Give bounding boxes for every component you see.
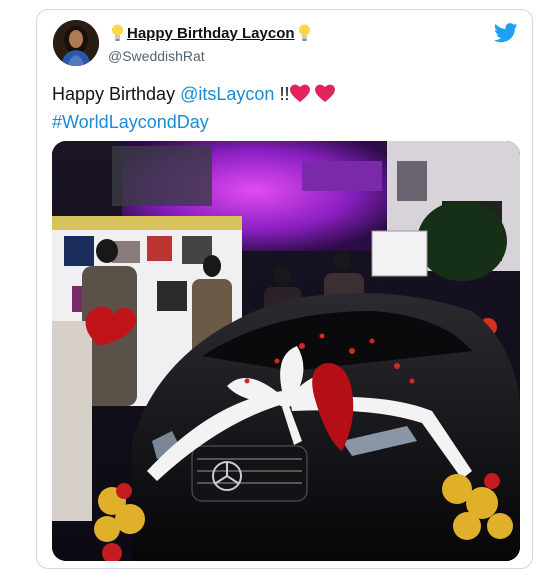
display-name[interactable]: Happy Birthday Laycon: [127, 25, 295, 42]
tweet-card[interactable]: Happy Birthday Laycon @SweddishRat Happy…: [36, 9, 533, 569]
avatar[interactable]: [53, 20, 99, 66]
hashtag-link[interactable]: #WorldLaycondDay: [52, 112, 209, 132]
tweet-text-suffix: !!: [279, 84, 290, 104]
tweet-photo[interactable]: [52, 141, 520, 561]
mention-link[interactable]: @itsLaycon: [180, 84, 274, 104]
tweet-line-1: Happy Birthday @itsLaycon !!: [52, 82, 337, 110]
twitter-bird-icon[interactable]: [493, 23, 518, 43]
red-heart-icon: [289, 83, 337, 110]
lightbulb-icon: [298, 24, 311, 42]
tweet-text: Happy Birthday @itsLaycon !! #WorldLayco…: [52, 82, 337, 135]
user-handle[interactable]: @SweddishRat: [108, 48, 205, 64]
tweet-text-prefix: Happy Birthday: [52, 84, 176, 104]
lightbulb-icon: [111, 24, 124, 42]
display-name-row[interactable]: Happy Birthday Laycon: [108, 24, 314, 42]
